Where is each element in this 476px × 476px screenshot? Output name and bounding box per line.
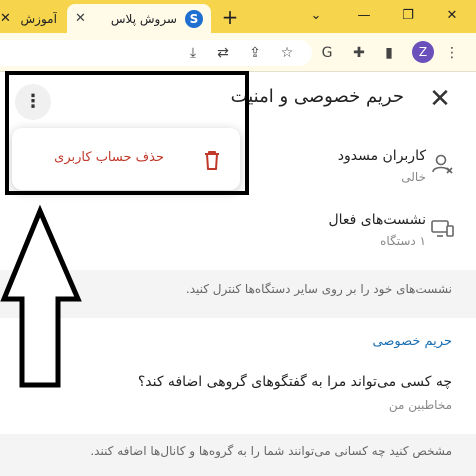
avatar[interactable]: Z	[412, 41, 434, 63]
privacy-note: مشخص کنید چه کسانی می‌توانند شما را به گ…	[90, 444, 452, 458]
new-tab-button[interactable]: +	[218, 6, 242, 30]
chrome-menu-icon[interactable]: ⋮	[443, 42, 461, 64]
side-panel-icon[interactable]: ▮	[378, 42, 400, 64]
privacy-section-title: حریم خصوصی	[372, 334, 452, 349]
download-icon[interactable]: ⤓	[182, 42, 204, 64]
restore-icon[interactable]: ❐	[396, 6, 420, 26]
soroush-logo-icon: S	[185, 9, 203, 28]
sessions-note: نشست‌های خود را بر روی سایر دستگاه‌ها کن…	[185, 282, 452, 296]
close-icon[interactable]: ✕	[75, 11, 91, 26]
tab-inactive[interactable]: آموزش ح ✕	[0, 4, 65, 33]
group-add-permission-title[interactable]: چه کسی می‌تواند مرا به گفتگوهای گروهی اض…	[138, 374, 452, 390]
tab-label: آموزش ح	[17, 11, 57, 26]
tab-label: سروش پلاس	[110, 11, 177, 26]
active-sessions-count: ۱ دستگاه	[380, 234, 426, 248]
devices-icon	[431, 220, 454, 237]
translate-icon[interactable]: ⇄	[212, 42, 234, 64]
page-title: حریم خصوصی و امنیت	[230, 86, 404, 107]
bookmark-star-icon[interactable]: ☆	[276, 42, 298, 64]
blocked-users-title[interactable]: کاربران مسدود	[338, 148, 426, 164]
chevron-down-icon[interactable]: ⌄	[304, 6, 328, 26]
google-translate-extension-icon[interactable]: G	[316, 42, 338, 64]
extensions-puzzle-icon[interactable]: ✚	[348, 42, 370, 64]
tab-active[interactable]: ✕ سروش پلاس S	[67, 4, 211, 33]
blocked-users-count: خالی	[401, 170, 426, 184]
share-icon[interactable]: ⇪	[244, 42, 266, 64]
group-add-permission-value: مخاطبین من	[388, 398, 452, 412]
blocked-user-icon	[432, 154, 453, 174]
annotation-arrow-up-icon	[0, 205, 82, 388]
close-icon[interactable]: ✕	[0, 11, 11, 26]
minimize-icon[interactable]: —	[352, 6, 376, 26]
active-sessions-title[interactable]: نشست‌های فعال	[328, 212, 426, 228]
close-icon[interactable]: ✕	[425, 84, 455, 114]
close-window-icon[interactable]: ✕	[440, 6, 464, 26]
annotation-highlight-box	[5, 71, 249, 195]
